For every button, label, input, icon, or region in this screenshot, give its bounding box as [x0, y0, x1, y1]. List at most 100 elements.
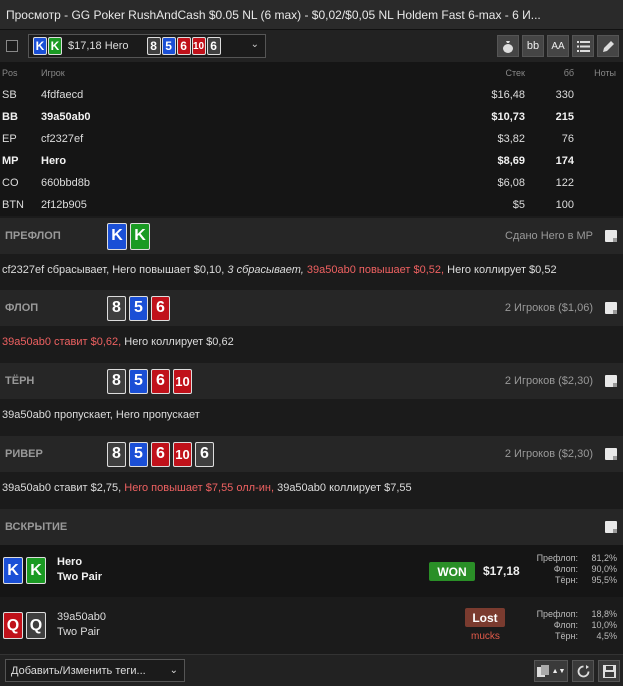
chevron-down-icon: ⌄	[169, 665, 178, 676]
street-flop-header: ФЛОП 8 5 6 2 Игроков ($1,06)	[0, 290, 623, 326]
list-icon[interactable]	[572, 35, 594, 57]
copy-stepper-icon: ▲▼	[551, 667, 566, 675]
board-card: 5	[129, 295, 148, 321]
player-pos: SB	[2, 89, 17, 101]
equity-value: 95,5%	[591, 575, 617, 585]
street-info: 2 Игроков ($1,06)	[504, 302, 593, 314]
select-checkbox[interactable]	[6, 40, 18, 52]
table-row[interactable]: BB 39a50ab0 $10,73 215	[0, 106, 623, 128]
street-info: 2 Игроков ($2,30)	[504, 448, 593, 460]
board-card: 8	[107, 441, 126, 467]
pencil-icon[interactable]	[597, 35, 619, 57]
players-table: Pos Игрок Стек бб Ноты SB 4fdfaecd $16,4…	[0, 62, 623, 216]
equity-value: 4,5%	[596, 631, 617, 641]
note-icon[interactable]	[605, 230, 617, 242]
hole-card: K	[130, 222, 150, 250]
note-icon[interactable]	[605, 521, 617, 533]
note-icon[interactable]	[605, 302, 617, 314]
action-text: Hero коллирует $0,62	[124, 335, 234, 348]
player-pos: BTN	[2, 199, 24, 211]
board-card: 6	[151, 295, 170, 321]
equity-value: 10,0%	[591, 620, 617, 630]
tags-dropdown-label: Добавить/Изменить теги...	[11, 664, 146, 677]
player-bb: 100	[555, 199, 574, 211]
hand-selector[interactable]: K K $17,18 Hero 8 5 6 10 6 ⌄	[28, 34, 266, 58]
street-river-header: РИВЕР 8 5 6 10 6 2 Игроков ($2,30)	[0, 436, 623, 472]
window-title: Просмотр - GG Poker RushAndCash $0.05 NL…	[0, 0, 623, 30]
showdown-player: 39a50ab0 Two Pair	[57, 610, 106, 640]
player-stack: $5	[512, 199, 525, 211]
board-card: 6	[151, 368, 170, 394]
table-row[interactable]: EP cf2327ef $3,82 76	[0, 128, 623, 150]
equity-label: Префлоп:	[536, 609, 578, 619]
action-text: Hero повышает $7,55 олл-ин,	[124, 481, 275, 494]
action-text: 39a50ab0 повышает $0,52,	[306, 263, 445, 276]
font-size-icon[interactable]: AA	[547, 35, 569, 57]
player-stack: $6,08	[497, 177, 525, 189]
chevron-down-icon: ⌄	[250, 39, 259, 50]
equity-label: Префлоп:	[536, 553, 578, 563]
lost-badge: Lost	[465, 608, 505, 627]
bb-toggle-button[interactable]: bb	[522, 35, 544, 57]
tags-dropdown[interactable]: Добавить/Изменить теги... ⌄	[5, 659, 185, 682]
table-row[interactable]: MP Hero $8,69 174	[0, 150, 623, 172]
refresh-icon[interactable]	[572, 660, 594, 682]
player-name: 2f12b905	[41, 199, 87, 211]
showdown-hero-row: K K Hero Two Pair WON $17,18 Префлоп: 81,…	[0, 545, 623, 597]
equity-label: Флоп:	[553, 620, 578, 630]
action-text: 39a50ab0 пропускает, Hero пропускает	[2, 408, 200, 421]
player-pos: CO	[2, 177, 19, 189]
mucks-label: mucks	[471, 631, 500, 642]
showdown-player-name: Hero	[57, 556, 83, 568]
money-bag-icon[interactable]	[497, 35, 519, 57]
preflop-actions: cf2327ef сбрасывает, Hero повышает $0,10…	[0, 251, 623, 288]
player-pos: BB	[2, 111, 18, 123]
header-pos: Pos	[2, 68, 18, 78]
header-notes: Ноты	[594, 68, 616, 78]
equity-value: 90,0%	[591, 564, 617, 574]
street-info: Сдано Hero в MP	[504, 230, 593, 242]
street-turn-header: ТЁРН 8 5 6 10 2 Игроков ($2,30)	[0, 363, 623, 399]
hole-card: Q	[26, 612, 46, 639]
hole-card: K	[26, 557, 46, 584]
table-row[interactable]: SB 4fdfaecd $16,48 330	[0, 84, 623, 106]
action-text: Hero коллирует $0,52	[447, 263, 557, 276]
equity-value: 81,2%	[591, 553, 617, 563]
hole-card: K	[107, 222, 127, 250]
hole-card: K	[3, 557, 23, 584]
header-bb: бб	[563, 68, 574, 78]
street-name: ВСКРЫТИЕ	[5, 521, 68, 533]
street-name: ТЁРН	[5, 375, 35, 387]
action-text: cf2327ef сбрасывает,	[2, 263, 110, 276]
showdown-player: Hero Two Pair	[57, 555, 102, 585]
table-row[interactable]: BTN 2f12b905 $5 100	[0, 194, 623, 216]
board-card: 6	[206, 37, 221, 55]
hand-selector-amount: $17,18 Hero	[68, 40, 129, 52]
table-row[interactable]: CO 660bbd8b $6,08 122	[0, 172, 623, 194]
note-icon[interactable]	[605, 375, 617, 387]
copy-icon	[536, 664, 549, 677]
footer: Добавить/Изменить теги... ⌄ ▲▼	[0, 654, 623, 686]
street-showdown-header: ВСКРЫТИЕ	[0, 509, 623, 545]
player-bb: 330	[555, 89, 574, 101]
save-icon[interactable]	[598, 660, 620, 682]
equity-label: Тёрн:	[555, 631, 578, 641]
equity-list: Префлоп: 18,8% Флоп: 10,0% Тёрн: 4,5%	[500, 609, 617, 642]
header-stack: Стек	[505, 68, 525, 78]
player-name: Hero	[41, 155, 67, 167]
header-name: Игрок	[41, 68, 65, 78]
copy-button[interactable]: ▲▼	[534, 660, 568, 682]
player-name: 660bbd8b	[41, 177, 90, 189]
action-text: Hero повышает $0,10,	[112, 263, 225, 276]
equity-value: 18,8%	[591, 609, 617, 619]
street-name: ФЛОП	[5, 302, 39, 314]
action-text: 39a50ab0 ставит $0,62,	[2, 335, 122, 348]
street-name: ПРЕФЛОП	[5, 230, 61, 242]
board-card: 6	[151, 441, 170, 467]
player-stack: $3,82	[497, 133, 525, 145]
showdown-hand: Two Pair	[57, 626, 100, 638]
hole-card: K	[48, 37, 62, 55]
note-icon[interactable]	[605, 448, 617, 460]
player-bb: 76	[561, 133, 574, 145]
action-text: 39a50ab0 ставит $2,75,	[2, 481, 122, 494]
